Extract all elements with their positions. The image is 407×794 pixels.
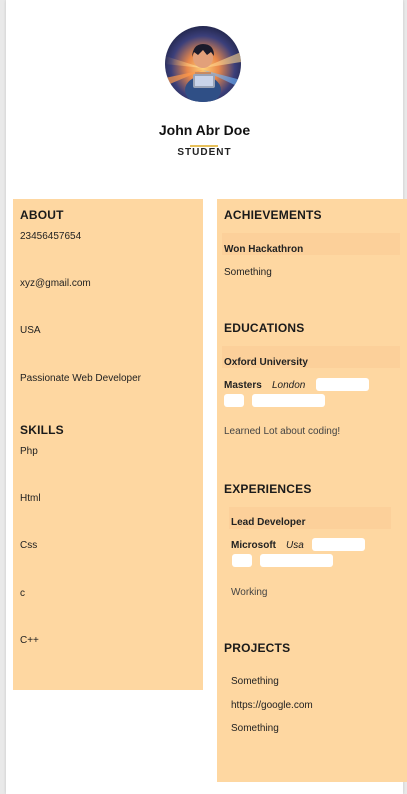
experience-company: Microsoft	[231, 540, 276, 551]
skill-item: c	[20, 588, 25, 599]
education-end-date-field	[252, 394, 325, 407]
experience-start-date-field	[312, 538, 365, 551]
avatar-illustration-icon	[165, 26, 241, 102]
experience-description: Working	[231, 587, 268, 598]
education-institution: Oxford University	[224, 357, 308, 368]
about-email: xyz@gmail.com	[20, 278, 91, 289]
education-description: Learned Lot about coding!	[224, 426, 341, 437]
skill-item: C++	[20, 635, 39, 646]
profile-name: John Abr Doe	[158, 122, 251, 138]
skill-item: Php	[20, 446, 38, 457]
project-link[interactable]: https://google.com	[231, 700, 313, 711]
resume-header: John Abr Doe STUDENT	[6, 0, 403, 196]
about-heading: ABOUT	[20, 208, 64, 222]
skills-heading: SKILLS	[20, 423, 64, 437]
skill-item: Css	[20, 540, 38, 551]
experience-end-date-field	[260, 554, 333, 567]
skill-item: Html	[20, 493, 41, 504]
project-name: Something	[231, 676, 279, 687]
right-column: ACHIEVEMENTS Won Hackathron Something ED…	[217, 199, 407, 782]
experience-location: Usa	[286, 540, 304, 551]
about-summary: Passionate Web Developer	[20, 373, 141, 384]
education-degree: Masters	[224, 380, 262, 391]
education-location: London	[272, 380, 306, 391]
experience-date-separator-field	[232, 554, 252, 567]
about-phone: 23456457654	[20, 231, 82, 242]
experience-position: Lead Developer	[231, 517, 306, 528]
resume-sheet: John Abr Doe STUDENT ABOUT 23456457654 x…	[6, 0, 407, 794]
education-start-date-field	[316, 378, 369, 391]
achievements-heading: ACHIEVEMENTS	[224, 208, 322, 222]
left-column: ABOUT 23456457654 xyz@gmail.com USA Pass…	[13, 199, 203, 690]
profile-role: STUDENT	[177, 147, 232, 158]
projects-heading: PROJECTS	[224, 641, 291, 655]
educations-heading: EDUCATIONS	[224, 321, 305, 335]
achievement-description: Something	[224, 267, 272, 278]
avatar	[165, 26, 241, 102]
project-description: Something	[231, 723, 279, 734]
education-date-separator-field	[224, 394, 244, 407]
about-location: USA	[20, 325, 41, 336]
achievement-title: Won Hackathron	[224, 244, 304, 255]
experiences-heading: EXPERIENCES	[224, 482, 312, 496]
